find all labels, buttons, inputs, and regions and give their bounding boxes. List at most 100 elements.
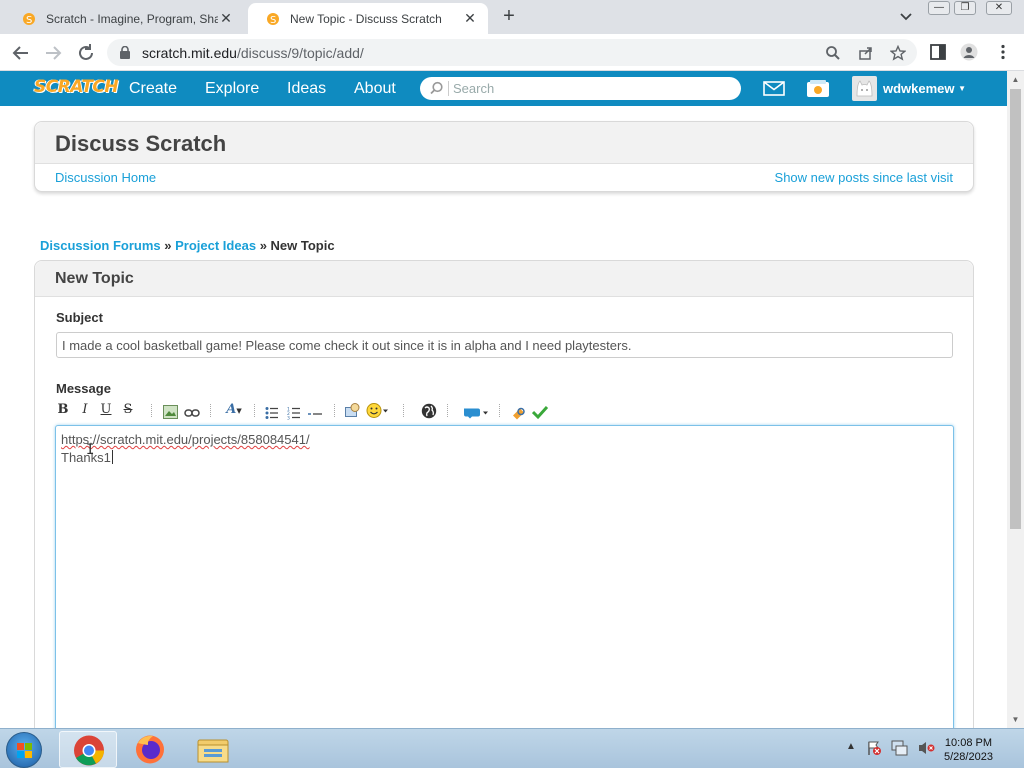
breadcrumb-separator: »	[164, 238, 172, 253]
url-text: scratch.mit.edu/discuss/9/topic/add/	[142, 45, 364, 61]
editor-toolbar: B I U S A▼ 123	[54, 401, 584, 423]
breadcrumb-forums-link[interactable]: Discussion Forums	[40, 238, 161, 253]
scratch-nav-bar: SCRATCH Create Explore Ideas About wdwke…	[0, 71, 1007, 106]
subject-label: Subject	[56, 310, 103, 325]
font-style-dropdown[interactable]: A▼	[223, 401, 245, 419]
bookmark-star-icon[interactable]	[890, 45, 906, 61]
taskbar-chrome[interactable]	[59, 731, 117, 768]
strikethrough-button[interactable]: S	[121, 401, 135, 419]
volume-muted-icon[interactable]	[917, 740, 935, 756]
new-posts-link[interactable]: Show new posts since last visit	[775, 170, 953, 185]
image-icon[interactable]	[163, 403, 178, 421]
scratchblocks-icon[interactable]	[463, 404, 489, 422]
my-stuff-folder-icon[interactable]	[806, 80, 830, 98]
profile-icon[interactable]	[960, 43, 978, 61]
numbered-list-icon[interactable]: 123	[287, 404, 301, 422]
share-icon[interactable]	[858, 45, 874, 61]
toolbar-separator	[254, 404, 255, 417]
chrome-icon	[74, 735, 104, 766]
message-textarea[interactable]: https://scratch.mit.edu/projects/8580845…	[55, 425, 954, 735]
text-caret	[111, 450, 113, 464]
tab-scratch-home[interactable]: S Scratch - Imagine, Program, Share ✕	[4, 3, 244, 34]
mouse-ibeam-cursor-icon: I	[86, 442, 95, 458]
preview-check-icon[interactable]	[532, 403, 548, 421]
windows-logo-icon	[17, 743, 32, 758]
url-field[interactable]: scratch.mit.edu/discuss/9/topic/add/	[107, 39, 917, 66]
restore-button[interactable]: ❐	[954, 1, 976, 15]
network-icon[interactable]	[891, 740, 909, 756]
search-bar	[420, 77, 741, 100]
minimize-button[interactable]: —	[928, 1, 950, 15]
bold-button[interactable]: B	[56, 401, 70, 419]
side-panel-icon[interactable]	[929, 43, 947, 61]
toolbar-separator	[499, 404, 500, 417]
taskbar-firefox[interactable]	[121, 731, 179, 768]
chevron-down-icon[interactable]	[898, 8, 914, 24]
nav-ideas[interactable]: Ideas	[287, 80, 326, 98]
subject-input[interactable]	[56, 332, 953, 358]
clean-format-icon[interactable]	[511, 403, 527, 421]
nav-explore[interactable]: Explore	[205, 80, 259, 98]
scratch-logo[interactable]: SCRATCH	[34, 77, 119, 97]
action-center-flag-icon[interactable]	[866, 740, 882, 756]
scratch-favicon-icon: S	[267, 12, 279, 26]
url-host: scratch.mit.edu	[142, 45, 237, 61]
scroll-down-arrow-icon[interactable]: ▼	[1007, 711, 1024, 728]
avatar[interactable]	[852, 76, 877, 101]
forward-arrow-icon[interactable]	[42, 42, 64, 64]
close-icon[interactable]: ✕	[218, 10, 234, 27]
tab-new-topic[interactable]: S New Topic - Discuss Scratch ✕	[248, 3, 488, 34]
messages-envelope-icon[interactable]	[763, 81, 785, 96]
discussion-home-link[interactable]: Discussion Home	[55, 170, 156, 185]
windows-taskbar: ▲ 10:08 PM 5/28/2023	[0, 728, 1024, 768]
italic-button[interactable]: I	[78, 401, 92, 419]
nav-about[interactable]: About	[354, 80, 396, 98]
toolbar-separator	[403, 404, 404, 417]
nav-create[interactable]: Create	[129, 80, 177, 98]
show-hidden-icons-icon[interactable]: ▲	[846, 741, 856, 752]
close-icon[interactable]: ✕	[462, 10, 478, 27]
clock-date: 5/28/2023	[944, 751, 993, 763]
username-dropdown[interactable]: wdwkemew ▼	[883, 81, 966, 96]
search-icon[interactable]	[429, 81, 444, 96]
scroll-up-arrow-icon[interactable]: ▲	[1007, 71, 1024, 88]
globe-icon[interactable]	[421, 402, 437, 420]
scratch-favicon-icon: S	[23, 12, 35, 26]
tab-title: Scratch - Imagine, Program, Share	[46, 11, 218, 26]
breadcrumb: Discussion Forums » Project Ideas » New …	[40, 238, 335, 253]
username-label: wdwkemew	[883, 81, 955, 96]
link-icon[interactable]	[184, 404, 200, 422]
clock-time: 10:08 PM	[944, 737, 993, 749]
quote-icon[interactable]	[345, 402, 361, 420]
message-line-2-wrap: Thanks1	[61, 449, 948, 467]
cat-avatar-icon	[856, 80, 873, 97]
new-tab-button[interactable]: +	[497, 5, 521, 29]
menu-kebab-icon[interactable]	[994, 43, 1012, 61]
back-arrow-icon[interactable]	[10, 42, 32, 64]
bulleted-list-icon[interactable]	[265, 404, 279, 422]
start-button[interactable]	[6, 732, 42, 768]
zoom-search-icon[interactable]	[825, 45, 841, 61]
reload-icon[interactable]	[75, 42, 97, 64]
close-window-button[interactable]: ✕	[986, 1, 1012, 15]
breadcrumb-separator: »	[259, 238, 267, 253]
page-scrollbar[interactable]: ▲ ▼	[1007, 71, 1024, 728]
search-input[interactable]	[453, 79, 733, 98]
toolbar-separator	[151, 404, 152, 417]
breadcrumb-category-link[interactable]: Project Ideas	[175, 238, 256, 253]
discuss-header: Discuss Scratch	[35, 122, 973, 164]
lock-icon[interactable]	[119, 46, 131, 59]
underline-button[interactable]: U	[99, 401, 113, 419]
system-clock[interactable]: 10:08 PM 5/28/2023	[944, 736, 993, 764]
message-label: Message	[56, 381, 111, 396]
list-item-icon[interactable]	[308, 405, 322, 423]
toolbar-separator	[334, 404, 335, 417]
message-line-1: https://scratch.mit.edu/projects/8580845…	[61, 432, 310, 447]
taskbar-file-explorer[interactable]	[184, 731, 242, 768]
svg-text:S: S	[26, 15, 32, 26]
search-divider	[448, 81, 449, 96]
toolbar-separator	[210, 404, 211, 417]
caret-down-icon: ▼	[236, 406, 242, 415]
smiley-icon[interactable]	[366, 402, 390, 420]
scroll-thumb[interactable]	[1010, 89, 1021, 529]
